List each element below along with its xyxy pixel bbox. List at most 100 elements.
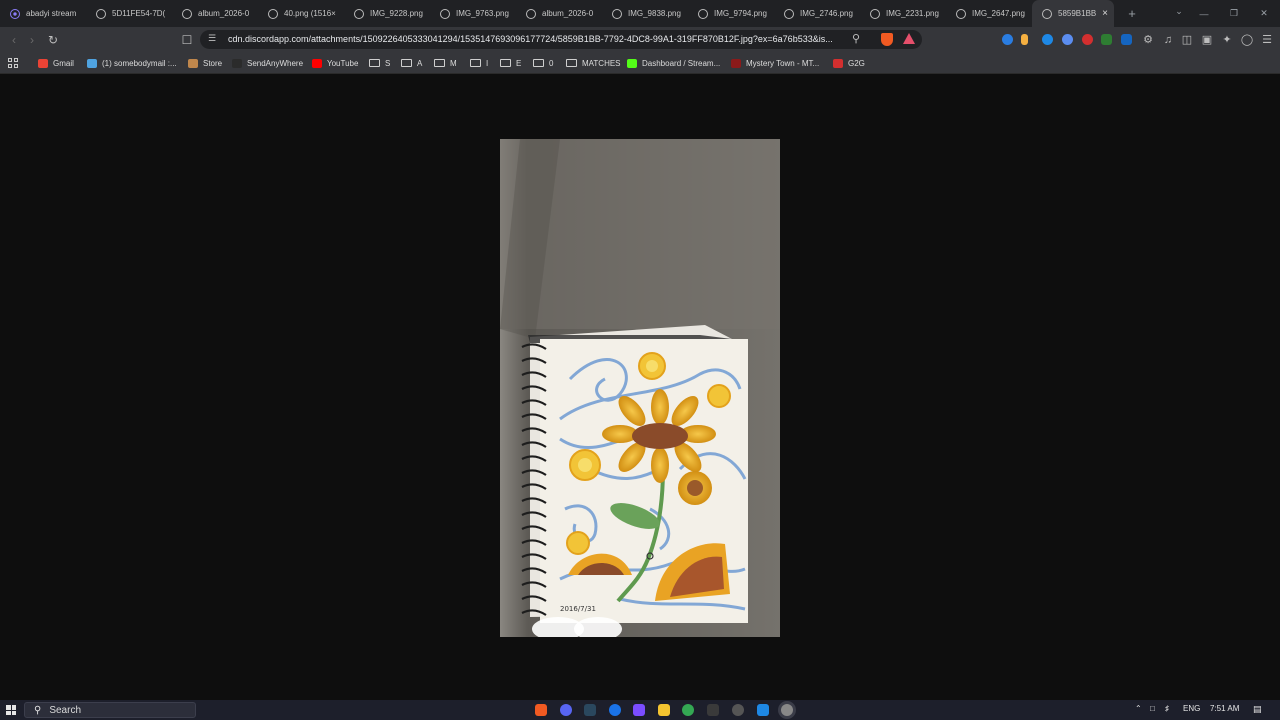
sketchbook-photo[interactable]: 2016/7/31	[500, 139, 780, 637]
tab[interactable]: IMG_9838.png	[602, 0, 688, 27]
bookmark-folder[interactable]: M	[434, 56, 457, 70]
tab-search-icon[interactable]: ⌄	[1172, 6, 1186, 20]
tab[interactable]: album_2026-0	[172, 0, 258, 27]
apps-grid-icon[interactable]	[8, 56, 18, 70]
brave-shields-icon[interactable]	[881, 33, 893, 46]
taskbar-remote-icon[interactable]	[757, 704, 769, 716]
tab-favicon-icon	[10, 8, 20, 19]
address-bar[interactable]: ☰ cdn.discordapp.com/attachments/1509226…	[200, 30, 922, 49]
volume-icon[interactable]: ♯	[1165, 704, 1169, 713]
vpn-icon[interactable]: ◯	[1239, 32, 1255, 48]
forward-icon[interactable]: ›	[24, 32, 40, 48]
extension-sphere-icon[interactable]	[1042, 34, 1053, 45]
taskbar-brave-icon[interactable]	[535, 704, 547, 716]
brave-rewards-icon[interactable]	[903, 33, 915, 44]
taskbar-search[interactable]: ⚲ Search	[24, 702, 196, 718]
bookmark-item[interactable]: Mystery Town - MT...	[731, 56, 819, 70]
tab-label: album_2026-0	[542, 9, 594, 18]
wallet-icon[interactable]: ▣	[1199, 32, 1215, 48]
taskbar-discord-icon[interactable]	[560, 704, 572, 716]
bookmark-label: I	[486, 58, 489, 68]
language-indicator[interactable]: ENG	[1183, 704, 1200, 713]
tab[interactable]: IMG_9228.png	[344, 0, 430, 27]
bookmark-label: G2G	[848, 58, 865, 68]
taskbar-messenger-icon[interactable]	[609, 704, 621, 716]
bookmark-folder[interactable]: MATCHES	[566, 56, 621, 70]
tab[interactable]: IMG_2647.png	[946, 0, 1032, 27]
taskbar-epic-icon[interactable]	[707, 704, 719, 716]
extension-audio-icon[interactable]	[1002, 34, 1013, 45]
site-info-icon[interactable]: ☰	[208, 33, 216, 44]
bookmark-item[interactable]: SendAnyWhere	[232, 56, 303, 70]
bookmark-item[interactable]: Dashboard / Stream...	[627, 56, 720, 70]
folder-icon	[500, 59, 511, 67]
extension-green-icon[interactable]	[1101, 34, 1112, 45]
new-tab-icon[interactable]: +	[1122, 6, 1142, 21]
back-icon[interactable]: ‹	[6, 32, 22, 48]
tab-label: IMG_2746.png	[800, 9, 853, 18]
tab-favicon-icon	[870, 8, 880, 19]
tab[interactable]: IMG_2746.png	[774, 0, 860, 27]
extensions-puzzle-icon[interactable]: ⚙	[1140, 32, 1156, 48]
bookmark-item[interactable]: G2G	[833, 56, 865, 70]
bookmark-folder[interactable]: S	[369, 56, 390, 70]
bookmark-icon[interactable]: ☐	[179, 32, 195, 48]
tab-active[interactable]: 5859B1BB ×	[1032, 0, 1114, 27]
tab-favicon-icon	[698, 8, 708, 19]
notifications-icon[interactable]: ▤	[1253, 704, 1262, 715]
extension-blue-icon[interactable]	[1121, 34, 1132, 45]
tab-close-icon[interactable]: ×	[1102, 8, 1108, 19]
tab-favicon-icon	[612, 8, 622, 19]
taskbar-app-icon[interactable]	[633, 704, 645, 716]
bookmark-favicon-icon	[87, 58, 97, 68]
leo-ai-icon[interactable]: ✦	[1219, 32, 1235, 48]
extension-globe-icon[interactable]	[1062, 34, 1073, 45]
reload-icon[interactable]: ↻	[45, 32, 61, 48]
toolbar: ‹ › ↻ ☐ ☰ cdn.discordapp.com/attachments…	[0, 27, 1280, 52]
tab[interactable]: 40.png (1516×	[258, 0, 344, 27]
windows-start-icon[interactable]	[6, 705, 16, 715]
tab[interactable]: IMG_9794.png	[688, 0, 774, 27]
bookmark-folder[interactable]: 0	[533, 56, 553, 70]
bookmark-folder[interactable]: E	[500, 56, 521, 70]
extension-lamp-icon[interactable]	[1021, 34, 1028, 45]
tab-label: album_2026-0	[198, 9, 250, 18]
tab[interactable]: 5D11FE54-7D(	[86, 0, 172, 27]
tab-list: abadyi stream 5D11FE54-7D( album_2026-0 40.…	[0, 0, 1142, 27]
menu-icon[interactable]: ☰	[1259, 32, 1275, 48]
close-window-icon[interactable]: ✕	[1248, 0, 1280, 27]
bookmark-item[interactable]: Store	[188, 56, 222, 70]
taskbar-settings-icon[interactable]	[732, 704, 744, 716]
tab[interactable]: abadyi stream	[0, 0, 86, 27]
bookmark-item[interactable]: Gmail	[38, 56, 74, 70]
tab-favicon-icon	[182, 8, 192, 19]
bookmark-favicon-icon	[312, 58, 322, 68]
maximize-icon[interactable]: ❐	[1218, 0, 1250, 27]
bookmark-item[interactable]: (1) somebodymail :...	[87, 56, 177, 70]
tab-favicon-icon	[526, 8, 536, 19]
tab-label: IMG_2647.png	[972, 9, 1025, 18]
taskbar-chrome-icon[interactable]	[682, 704, 694, 716]
bookmark-folder[interactable]: I	[470, 56, 488, 70]
tab[interactable]: album_2026-0	[516, 0, 602, 27]
bookmark-item[interactable]: YouTube	[312, 56, 358, 70]
minimize-icon[interactable]: —	[1188, 0, 1220, 27]
extension-red-icon[interactable]	[1082, 34, 1093, 45]
taskbar-active-browser-icon[interactable]	[781, 704, 793, 716]
tab-label: IMG_2231.png	[886, 9, 939, 18]
taskbar-steam-icon[interactable]	[584, 704, 596, 716]
tab-favicon-icon	[268, 8, 278, 19]
taskbar-explorer-icon[interactable]	[658, 704, 670, 716]
bookmark-label: Gmail	[53, 58, 74, 68]
network-icon[interactable]: □	[1150, 704, 1155, 713]
zoom-icon[interactable]: ⚲	[852, 32, 860, 45]
media-icon[interactable]: ♫	[1160, 32, 1176, 48]
sunflower-drawing	[500, 139, 780, 637]
tab[interactable]: IMG_9763.png	[430, 0, 516, 27]
tray-chevron-icon[interactable]: ⌃	[1135, 704, 1142, 713]
tab[interactable]: IMG_2231.png	[860, 0, 946, 27]
bookmark-folder[interactable]: A	[401, 56, 422, 70]
clock[interactable]: 7:51 AM	[1210, 704, 1239, 713]
url-text[interactable]: cdn.discordapp.com/attachments/150922640…	[228, 34, 848, 44]
sidebar-icon[interactable]: ◫	[1179, 32, 1195, 48]
